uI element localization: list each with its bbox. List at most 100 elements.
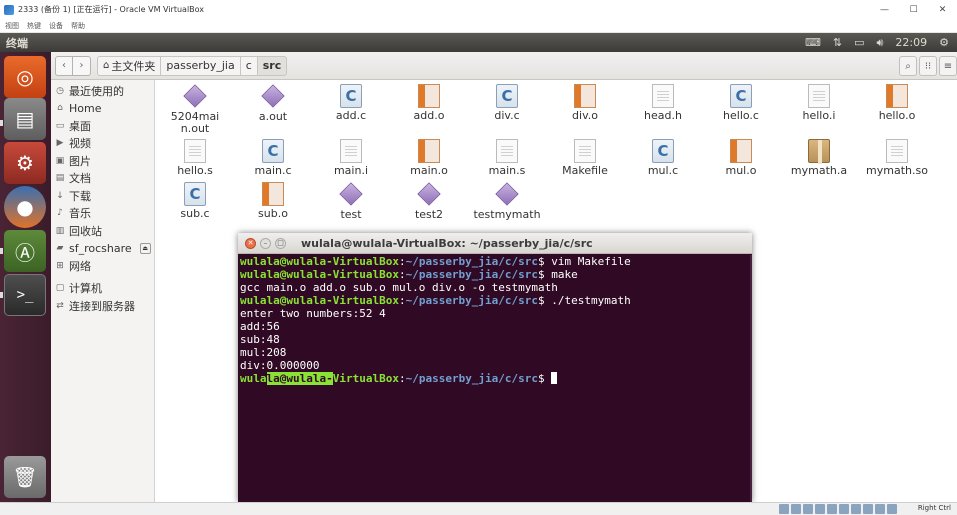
file-name: test2 bbox=[414, 208, 444, 221]
prompt-path: ~/passerby_jia/c/src bbox=[405, 294, 539, 307]
back-button[interactable]: ‹ bbox=[55, 55, 73, 76]
file-item[interactable]: mymath.so bbox=[858, 139, 936, 177]
vbox-menu-devices[interactable]: 设备 bbox=[49, 21, 63, 31]
file-item[interactable]: test2 bbox=[390, 182, 468, 221]
sidebar-item-label: 图片 bbox=[69, 154, 91, 168]
file-item[interactable]: sub.o bbox=[234, 182, 312, 220]
file-item[interactable]: Cmul.c bbox=[624, 139, 702, 177]
breadcrumb-passerby[interactable]: passerby_jia bbox=[160, 55, 241, 76]
file-item[interactable]: a.out bbox=[234, 84, 312, 123]
maximize-icon[interactable]: □ bbox=[275, 237, 286, 249]
vbox-menu-hotkey[interactable]: 热键 bbox=[27, 21, 41, 31]
trash-icon[interactable]: 🗑︎ bbox=[4, 456, 46, 498]
minimize-icon[interactable]: – bbox=[260, 237, 271, 249]
file-name: mymath.so bbox=[866, 164, 928, 177]
terminal-line: wulala@wulala-VirtualBox:~/passerby_jia/… bbox=[240, 268, 750, 281]
ubuntu-dash-icon[interactable]: ◎ bbox=[4, 56, 46, 98]
file-item[interactable]: Cadd.c bbox=[312, 84, 390, 122]
sidebar-item[interactable]: ▥ 回收站 bbox=[51, 222, 154, 240]
vbox-device-icons bbox=[779, 504, 897, 514]
power-gear-icon[interactable]: ⚙ bbox=[939, 36, 949, 49]
eject-icon[interactable]: ⏏ bbox=[139, 242, 151, 254]
executable-diamond bbox=[495, 182, 519, 206]
sidebar-item-label: 桌面 bbox=[69, 119, 91, 133]
file-item[interactable]: add.o bbox=[390, 84, 468, 122]
file-item[interactable]: Csub.c bbox=[156, 182, 234, 220]
breadcrumb-c[interactable]: c bbox=[239, 55, 258, 76]
forward-button[interactable]: › bbox=[73, 55, 91, 76]
file-item[interactable]: hello.s bbox=[156, 139, 234, 177]
search-icon[interactable]: ⌕ bbox=[899, 56, 917, 76]
volume-icon[interactable]: 🔊︎ bbox=[876, 36, 883, 50]
sidebar-item[interactable]: ▢ 计算机 bbox=[51, 280, 154, 298]
cpu-icon[interactable] bbox=[875, 504, 885, 514]
file-item[interactable]: hello.i bbox=[780, 84, 858, 122]
sidebar-item-label: 下载 bbox=[69, 189, 91, 203]
prompt-user-part: wula bbox=[240, 372, 267, 385]
file-item[interactable]: main.s bbox=[468, 139, 546, 177]
terminal-titlebar[interactable]: ✕ – □ wulala@wulala-VirtualBox: ~/passer… bbox=[238, 233, 752, 254]
file-item[interactable]: Chello.c bbox=[702, 84, 780, 122]
file-item[interactable]: main.o bbox=[390, 139, 468, 177]
file-item[interactable]: div.o bbox=[546, 84, 624, 122]
panel-clock[interactable]: 22:09 bbox=[895, 36, 927, 49]
sidebar-item[interactable]: ⌂ Home bbox=[51, 100, 154, 118]
command-text: make bbox=[544, 268, 578, 281]
sidebar-item[interactable]: ▤ 文档 bbox=[51, 170, 154, 188]
file-item[interactable]: hello.o bbox=[858, 84, 936, 122]
vbox-window-controls: — ☐ ✕ bbox=[870, 0, 957, 19]
maximize-icon[interactable]: ☐ bbox=[899, 0, 928, 19]
file-item[interactable]: testmymath bbox=[468, 182, 546, 221]
breadcrumb-home[interactable]: ⌂ 主文件夹 bbox=[97, 55, 162, 76]
recording-icon[interactable] bbox=[863, 504, 873, 514]
network-icon[interactable] bbox=[815, 504, 825, 514]
grid-view-icon[interactable]: ⁝⁝ bbox=[919, 56, 937, 76]
sidebar-item[interactable]: ♪ 音乐 bbox=[51, 205, 154, 223]
sidebar-item[interactable]: ⇄ 连接到服务器 bbox=[51, 297, 154, 315]
file-item[interactable]: Makefile bbox=[546, 139, 624, 177]
audio-icon[interactable] bbox=[803, 504, 813, 514]
display-icon[interactable] bbox=[851, 504, 861, 514]
shared-folder-icon[interactable] bbox=[839, 504, 849, 514]
firefox-icon[interactable]: ● bbox=[4, 186, 46, 228]
folder-icon: ▰ bbox=[56, 243, 64, 254]
keyboard-icon[interactable]: ⌨ bbox=[805, 36, 821, 49]
breadcrumb-src[interactable]: src bbox=[256, 55, 288, 76]
sidebar-item[interactable]: ▭ 桌面 bbox=[51, 117, 154, 135]
file-item[interactable]: Cdiv.c bbox=[468, 84, 546, 122]
file-item[interactable]: mul.o bbox=[702, 139, 780, 177]
vbox-menu-help[interactable]: 帮助 bbox=[71, 21, 85, 31]
files-icon[interactable]: ▤ bbox=[4, 98, 46, 140]
terminal-output[interactable]: wulala@wulala-VirtualBox:~/passerby_jia/… bbox=[240, 255, 750, 502]
executable-file-icon bbox=[339, 182, 363, 207]
battery-icon[interactable]: ▭ bbox=[854, 36, 864, 49]
network-arrows-icon[interactable]: ⇅ bbox=[833, 36, 842, 49]
c-source-file-icon: C bbox=[496, 84, 518, 108]
minimize-icon[interactable]: — bbox=[870, 0, 899, 19]
file-item[interactable]: 5204main.out bbox=[156, 84, 234, 135]
sidebar-item[interactable]: ⊞ 网络 bbox=[51, 257, 154, 275]
sidebar-item[interactable]: ↓ 下载 bbox=[51, 187, 154, 205]
file-item[interactable]: head.h bbox=[624, 84, 702, 122]
software-center-icon[interactable]: Ⓐ bbox=[4, 230, 46, 272]
mouse-icon[interactable] bbox=[887, 504, 897, 514]
sidebar-item[interactable]: ▰ sf_rocshare ⏏ bbox=[51, 240, 154, 258]
sidebar-item[interactable]: ▶ 视频 bbox=[51, 135, 154, 153]
close-icon[interactable]: ✕ bbox=[245, 237, 256, 249]
sidebar-item[interactable]: ◷ 最近使用的 bbox=[51, 82, 154, 100]
file-item[interactable]: mymath.a bbox=[780, 139, 858, 177]
file-item[interactable]: main.i bbox=[312, 139, 390, 177]
menu-icon[interactable]: ≡ bbox=[939, 56, 957, 76]
settings-icon[interactable]: ⚙ bbox=[4, 142, 46, 184]
terminal-scrollbar[interactable] bbox=[750, 255, 752, 502]
terminal-window[interactable]: ✕ – □ wulala@wulala-VirtualBox: ~/passer… bbox=[238, 233, 752, 502]
vbox-menu-view[interactable]: 视图 bbox=[5, 21, 19, 31]
terminal-icon[interactable]: >_ bbox=[4, 274, 46, 316]
hdd-icon[interactable] bbox=[779, 504, 789, 514]
file-item[interactable]: Cmain.c bbox=[234, 139, 312, 177]
sidebar-item[interactable]: ▣ 图片 bbox=[51, 152, 154, 170]
file-item[interactable]: test bbox=[312, 182, 390, 221]
usb-icon[interactable] bbox=[827, 504, 837, 514]
close-icon[interactable]: ✕ bbox=[928, 0, 957, 19]
optical-icon[interactable] bbox=[791, 504, 801, 514]
